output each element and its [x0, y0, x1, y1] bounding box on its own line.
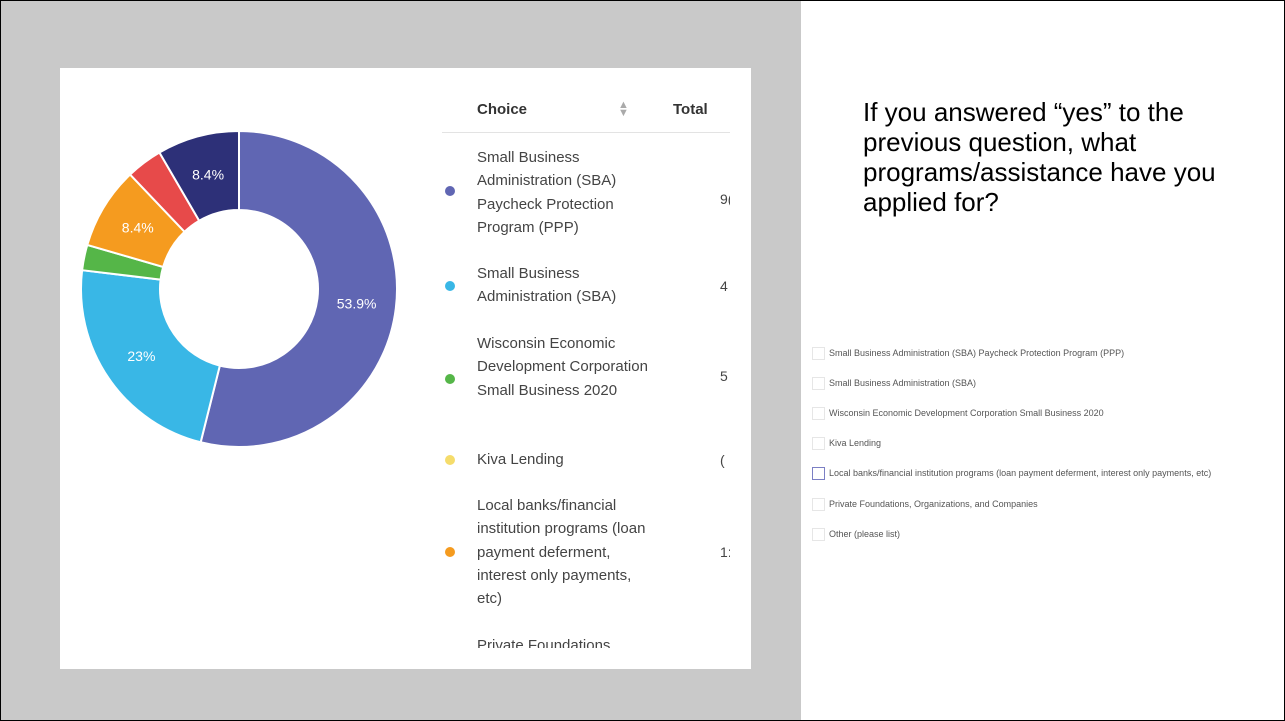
sort-icon[interactable]: ▲ ▼ [618, 100, 629, 119]
checkbox-label: Wisconsin Economic Development Corporati… [829, 408, 1104, 418]
legend-dot-icon [445, 374, 455, 384]
legend-dot-icon [445, 455, 455, 465]
checkbox[interactable] [812, 407, 825, 420]
checkbox[interactable] [812, 528, 825, 541]
slice-label: 23% [127, 348, 155, 364]
donut-chart: 53.9% 23% 8.4% 8.4% [80, 129, 398, 448]
checkbox-label: Small Business Administration (SBA) [829, 378, 977, 388]
choice-label: Private Foundations, [477, 637, 615, 648]
legend-dot-icon [445, 186, 455, 196]
checkbox[interactable] [812, 467, 825, 480]
checkbox[interactable] [812, 347, 825, 360]
choice-label: Local banks/financial institution progra… [477, 497, 646, 608]
slice-label: 53.9% [337, 295, 377, 311]
question-text: If you answered “yes” to the previous qu… [863, 97, 1216, 217]
table-header: Choice ▲ ▼ Total [442, 68, 730, 133]
checkbox-label: Small Business Administration (SBA) Payc… [829, 348, 1125, 358]
choice-total: 1: [720, 544, 730, 560]
slice-label: 8.4% [192, 167, 224, 183]
checkbox[interactable] [812, 377, 825, 390]
choice-label: Small Business Administration (SBA) [477, 265, 617, 306]
choice-label: Kiva Lending [477, 451, 564, 468]
choice-total: 9( [720, 191, 730, 207]
survey-results-card: 53.9% 23% 8.4% 8.4% Choice ▲ ▼ Total Small B… [60, 68, 751, 669]
screenshot-panel: 53.9% 23% 8.4% 8.4% Choice ▲ ▼ Total Small B… [1, 1, 801, 720]
answer-checklist: Small Business Administration (SBA) Payc… [804, 341, 1284, 547]
slice-label: 8.4% [122, 219, 154, 235]
choice-total: 5 [720, 368, 728, 384]
checkbox-label: Local banks/financial institution progra… [829, 468, 1212, 478]
legend-dot-icon [445, 547, 455, 557]
results-table: Choice ▲ ▼ Total Small Business Administr… [442, 68, 730, 648]
checkbox-label: Kiva Lending [829, 438, 882, 448]
checkbox[interactable] [812, 498, 825, 511]
column-header-total[interactable]: Total [673, 101, 708, 118]
choice-label: Wisconsin Economic Development Corporati… [477, 335, 648, 399]
choice-total: ( [720, 452, 725, 468]
column-header-choice[interactable]: Choice [477, 101, 527, 118]
checkbox-label: Other (please list) [829, 529, 901, 539]
choice-total: 4 [720, 278, 728, 294]
choice-label: Small Business Administration (SBA) Payc… [477, 149, 617, 236]
checkbox[interactable] [812, 437, 825, 450]
legend-dot-icon [445, 281, 455, 291]
checkbox-label: Private Foundations, Organizations, and … [829, 499, 1038, 509]
slide: 53.9% 23% 8.4% 8.4% Choice ▲ ▼ Total Small B… [0, 0, 1285, 721]
